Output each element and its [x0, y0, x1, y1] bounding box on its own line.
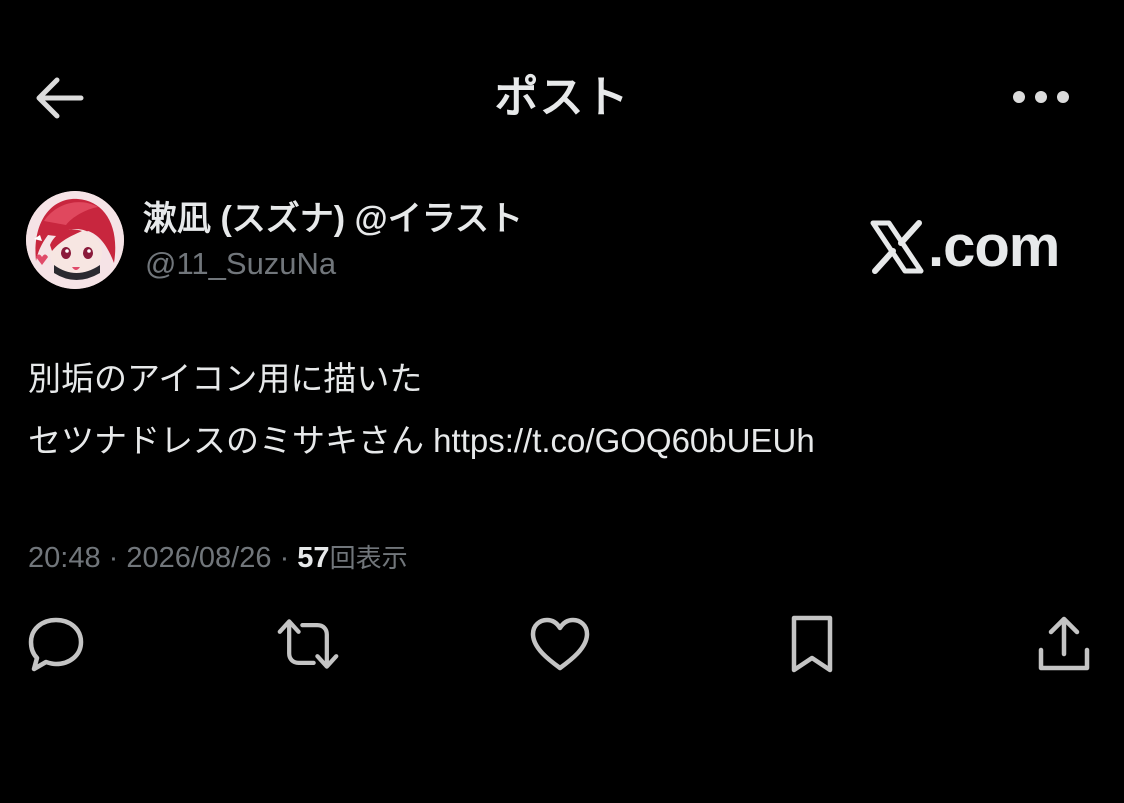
tweet-line-2-text: セツナドレスのミサキさん	[28, 422, 434, 459]
action-bar	[0, 610, 1124, 680]
views-label: 回表示	[329, 543, 408, 573]
tweet-meta: 20:48 · 2026/08/26 · 57回表示	[28, 536, 408, 580]
tweet-link[interactable]: https://t.co/GOQ60bUEUh	[433, 422, 815, 459]
tweet-time[interactable]: 20:48	[28, 542, 101, 574]
page-title: ポスト	[494, 73, 630, 122]
meta-separator: ·	[100, 542, 127, 574]
bookmark-button[interactable]	[780, 610, 844, 678]
top-bar: ポスト	[0, 0, 1124, 195]
more-options-button[interactable]	[1004, 72, 1078, 122]
share-button[interactable]	[1032, 610, 1096, 678]
repost-button[interactable]	[276, 610, 340, 678]
x-logo-icon	[870, 220, 924, 274]
heart-icon	[530, 617, 590, 671]
reply-button[interactable]	[24, 610, 88, 678]
meta-separator: ·	[271, 542, 298, 574]
share-icon	[1038, 616, 1090, 671]
tweet-line-2: セツナドレスのミサキさん https://t.co/GOQ60bUEUh	[28, 410, 1088, 472]
tweet-date[interactable]: 2026/08/26	[126, 542, 271, 574]
repost-icon	[277, 619, 339, 669]
author-handle[interactable]: @11_SuzuNa	[145, 242, 336, 286]
tweet-text: 別垢のアイコン用に描いた セツナドレスのミサキさん https://t.co/G…	[28, 348, 1088, 472]
more-horizontal-icon	[1013, 91, 1069, 103]
x-com-watermark: .com	[870, 214, 1060, 280]
tweet-line-1: 別垢のアイコン用に描いた	[28, 360, 423, 397]
bookmark-icon	[791, 615, 833, 673]
brand-domain-text: .com	[928, 214, 1060, 279]
views-count: 57	[297, 542, 330, 574]
avatar[interactable]	[26, 191, 124, 289]
like-button[interactable]	[528, 610, 592, 678]
author-display-name[interactable]: 漱凪 (スズナ) @イラスト	[143, 196, 523, 242]
comment-icon	[28, 617, 84, 672]
avatar-illustration	[26, 191, 124, 289]
